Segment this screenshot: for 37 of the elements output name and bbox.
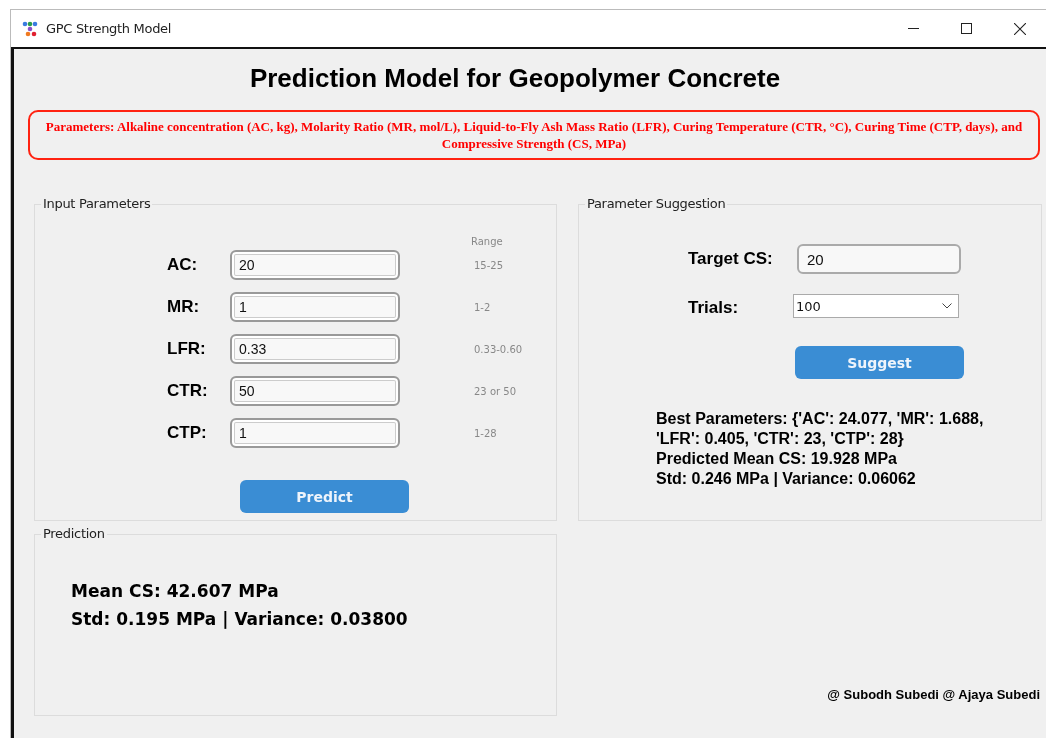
field-label: Target CS: [688, 249, 773, 269]
field-label: LFR: [167, 339, 207, 359]
group-title: Prediction [41, 526, 107, 541]
field-label: Trials: [688, 298, 739, 318]
field-label: MR: [167, 297, 201, 317]
page-heading: Prediction Model for Geopolymer Concrete [248, 63, 782, 94]
range-text: 23 or 50 [474, 385, 517, 397]
input-field[interactable]: 50 [230, 376, 400, 406]
credit-text: @ Subodh Subedi @ Ajaya Subedi [827, 687, 1040, 702]
input-field[interactable]: 0.33 [230, 334, 400, 364]
input-field[interactable]: 20 [230, 250, 400, 280]
target-field[interactable]: 20 [797, 244, 961, 274]
maximize-icon [961, 23, 972, 34]
range-text: 15-25 [474, 259, 504, 271]
field-label: CTR: [167, 381, 209, 401]
result-text: Best Parameters: {'AC': 24.077, 'MR': 1.688, 'LFR': 0.405, 'CTR': 23, 'CTP': 28} [656, 409, 985, 449]
range-text: 1-2 [474, 301, 491, 313]
input-field[interactable]: 1 [230, 418, 400, 448]
result-text: Predicted Mean CS: 19.928 MPa [656, 449, 898, 469]
result-text: Std: 0.246 MPa | Variance: 0.06062 [656, 469, 917, 489]
field-label: AC: [167, 255, 199, 275]
chevron-down-icon [942, 303, 952, 309]
app-icon [22, 20, 38, 37]
parameters-banner: Parameters: Alkaline concentration (AC, kg), Molarity Ratio (MR, mol/L), Liquid-to-Fly Ash Mass Ratio (LFR), Curing Temperature (CTR, °C), Curing Time (CTP, days), and Compressive Strength (CS, MPa) [28, 110, 1040, 160]
group-title: Input Parameters [41, 196, 153, 211]
window-title: GPC Strength Model [46, 21, 172, 36]
field-label: CTP: [167, 423, 208, 443]
close-icon [1013, 22, 1026, 35]
input-field[interactable]: 1 [230, 292, 400, 322]
trials-dropdown[interactable]: 100 [793, 294, 959, 318]
range-text: 1-28 [474, 427, 497, 439]
range-text: 0.33-0.60 [474, 343, 523, 355]
result-text: Mean CS: 42.607 MPa [71, 580, 280, 603]
result-text: Std: 0.195 MPa | Variance: 0.03800 [71, 608, 408, 631]
range-header: Range [471, 236, 503, 247]
group-title: Parameter Suggestion [585, 196, 728, 211]
minimize-icon [908, 28, 919, 29]
